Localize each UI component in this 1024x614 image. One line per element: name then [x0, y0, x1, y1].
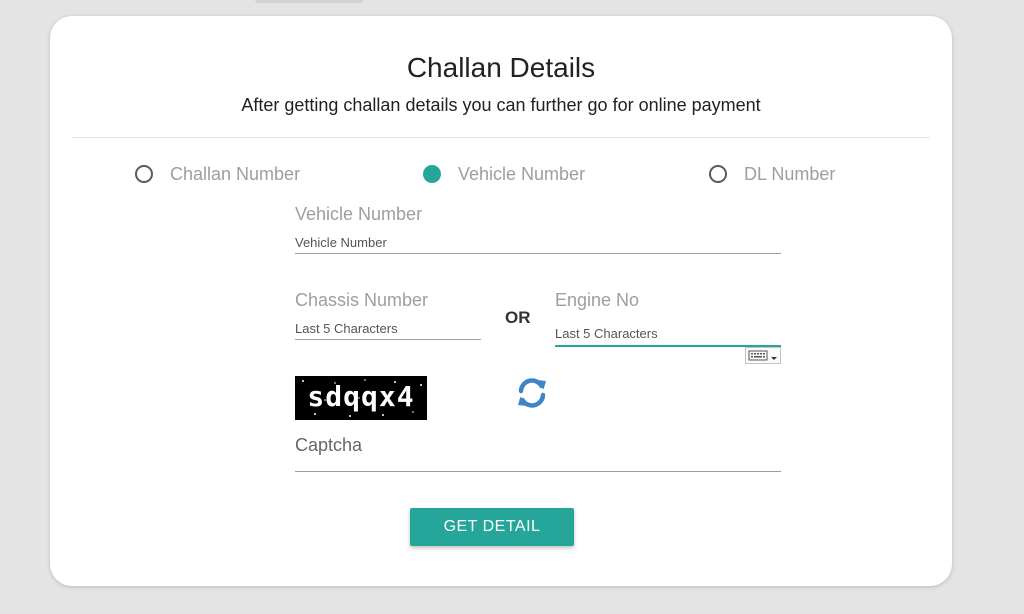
- top-tab-edge: [255, 0, 363, 3]
- radio-label-vehicle-number: Vehicle Number: [458, 163, 586, 184]
- radio-label-challan-number: Challan Number: [170, 163, 301, 184]
- refresh-captcha-button[interactable]: [514, 375, 550, 411]
- engine-number-input[interactable]: [555, 322, 781, 347]
- get-detail-button[interactable]: GET DETAIL: [410, 508, 574, 546]
- challan-form-card: Challan Details After getting challan de…: [50, 16, 952, 586]
- captcha-image: sdqqx4: [295, 376, 427, 420]
- chassis-number-input[interactable]: [295, 317, 481, 340]
- vehicle-number-label: Vehicle Number: [295, 204, 423, 224]
- radio-challan-number[interactable]: Challan Number: [135, 163, 300, 185]
- radio-button-unchecked-icon[interactable]: [709, 165, 727, 183]
- captcha-field: Captcha: [295, 435, 781, 473]
- keyboard-icon: [748, 350, 777, 361]
- chassis-number-field: Chassis Number: [295, 290, 481, 340]
- engine-number-label: Engine No: [555, 290, 640, 310]
- vehicle-number-field: Vehicle Number: [295, 204, 781, 254]
- radio-label-dl-number: DL Number: [744, 163, 836, 184]
- vehicle-number-input[interactable]: [295, 231, 781, 254]
- radio-button-unchecked-icon[interactable]: [135, 165, 153, 183]
- page-subtitle: After getting challan details you can fu…: [241, 95, 761, 115]
- page-title: Challan Details: [406, 52, 596, 83]
- engine-number-field: Engine No: [555, 290, 781, 348]
- captcha-input[interactable]: [295, 449, 781, 472]
- radio-button-checked-icon[interactable]: [423, 165, 441, 183]
- captcha-image-text: sdqqx4: [307, 380, 415, 413]
- virtual-keyboard-button[interactable]: [745, 347, 781, 364]
- header-divider: [72, 137, 930, 138]
- refresh-icon: [518, 378, 546, 408]
- or-separator: OR: [505, 308, 531, 327]
- chassis-number-label: Chassis Number: [295, 290, 429, 310]
- radio-vehicle-number[interactable]: Vehicle Number: [423, 163, 585, 185]
- radio-dl-number[interactable]: DL Number: [709, 163, 835, 185]
